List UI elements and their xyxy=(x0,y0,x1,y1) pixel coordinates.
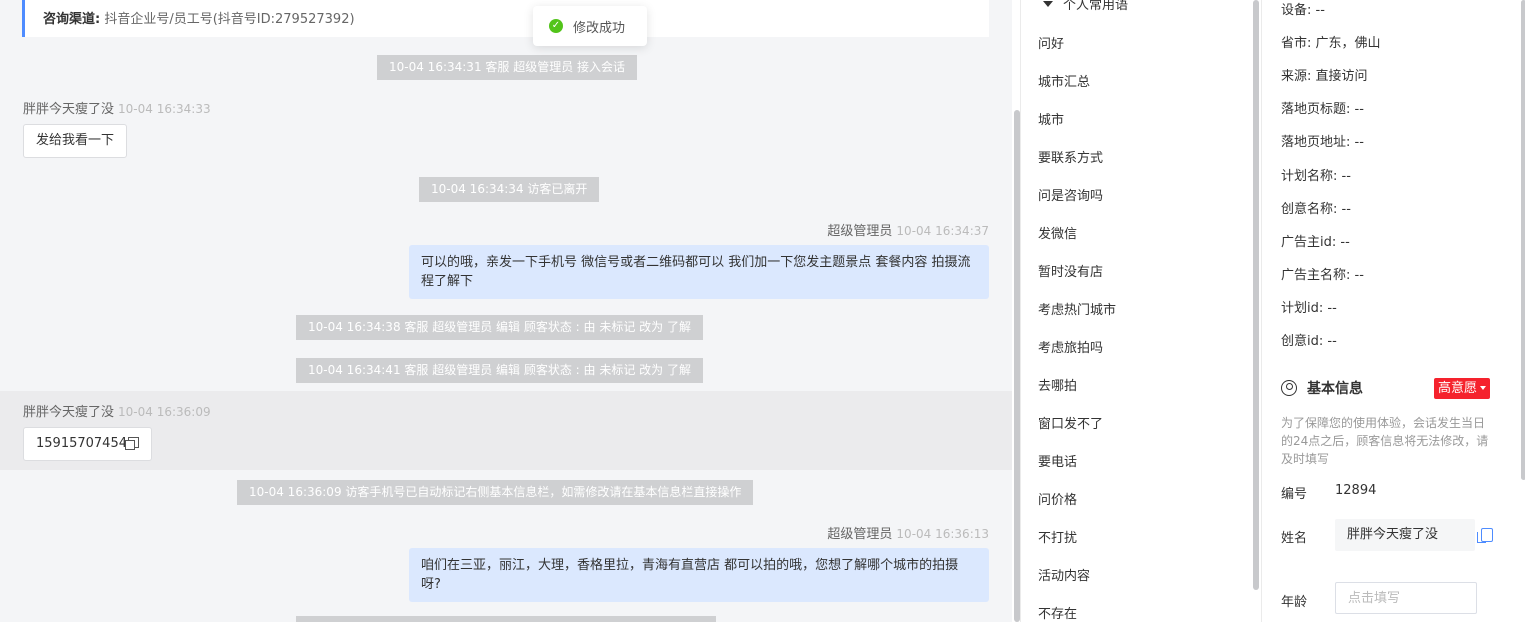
section-title: 基本信息 xyxy=(1307,381,1363,397)
phrase-item[interactable]: 发微信 xyxy=(1038,223,1077,242)
phrase-item[interactable]: 考虑旅拍吗 xyxy=(1038,337,1103,356)
channel-label: 咨询渠道: xyxy=(43,12,101,27)
phrases-panel: 个人常用语 问好城市汇总城市要联系方式问是咨询吗发微信暂时没有店考虑热门城市 考虑… xyxy=(1020,0,1260,622)
copy-icon[interactable] xyxy=(1477,528,1493,543)
phrase-item[interactable]: 窗口发不了 xyxy=(1038,413,1103,432)
sender-name: 超级管理员 xyxy=(827,224,893,239)
system-message: 10-04 16:34:31 客服 超级管理员 接入会话 xyxy=(377,55,638,80)
info-row: 落地页地址: -- xyxy=(1281,135,1364,151)
id-label: 编号 xyxy=(1281,487,1308,502)
message-meta: 超级管理员 10-04 16:34:37 xyxy=(827,220,989,239)
message-time: 10-04 16:36:13 xyxy=(896,527,989,541)
phrase-item[interactable]: 问好 xyxy=(1038,33,1064,52)
check-circle-icon: ✓ xyxy=(549,19,563,33)
phrase-item[interactable]: 问价格 xyxy=(1038,489,1077,508)
caret-down-icon xyxy=(1480,386,1487,390)
copy-icon[interactable] xyxy=(124,437,139,450)
phrase-item[interactable]: 城市汇总 xyxy=(1038,71,1090,90)
message-meta: 超级管理员 10-04 16:36:13 xyxy=(827,523,989,542)
intent-dropdown[interactable]: 高意愿 xyxy=(1434,378,1491,399)
channel-value: 抖音企业号/员工号(抖音号ID:279527392) xyxy=(104,12,355,27)
age-input[interactable] xyxy=(1335,582,1477,614)
phrase-group-header[interactable]: 个人常用语 xyxy=(1043,0,1128,13)
message-meta: 胖胖今天瘦了没 10-04 16:36:09 xyxy=(23,401,211,420)
system-message-partial xyxy=(296,616,716,622)
message-time: 10-04 16:34:33 xyxy=(118,102,211,116)
info-row: 来源: 直接访问 xyxy=(1281,69,1368,85)
channel-bar: 咨询渠道: 抖音企业号/员工号(抖音号ID:279527392) xyxy=(22,0,989,37)
phrase-item[interactable]: 活动内容 xyxy=(1038,565,1090,584)
sender-name: 胖胖今天瘦了没 xyxy=(23,102,115,117)
age-label: 年龄 xyxy=(1281,595,1308,610)
info-row: 计划名称: -- xyxy=(1281,168,1351,184)
caret-down-icon xyxy=(1043,1,1053,7)
phone-number: 15915707454 xyxy=(36,436,127,451)
user-circle-icon xyxy=(1281,380,1297,396)
sender-name: 胖胖今天瘦了没 xyxy=(23,405,115,420)
section-header: 基本信息 xyxy=(1281,378,1363,398)
phrase-item[interactable]: 要电话 xyxy=(1038,451,1077,470)
info-row: 落地页标题: -- xyxy=(1281,102,1364,118)
success-toast: ✓ 修改成功 xyxy=(533,6,647,46)
message-time: 10-04 16:36:09 xyxy=(118,405,211,419)
system-message: 10-04 16:36:09 访客手机号已自动标记右侧基本信息栏，如需修改请在基… xyxy=(237,480,754,505)
info-row: 设备: -- xyxy=(1281,3,1325,18)
info-row: 计划id: -- xyxy=(1281,300,1337,316)
toast-text: 修改成功 xyxy=(573,20,626,36)
name-field[interactable]: 胖胖今天瘦了没 xyxy=(1335,519,1475,551)
info-row: 省市: 广东，佛山 xyxy=(1281,36,1381,52)
phrases-scrollbar[interactable] xyxy=(1253,0,1259,590)
sender-name: 超级管理员 xyxy=(827,527,893,542)
phrase-item[interactable]: 问是咨询吗 xyxy=(1038,185,1103,204)
info-panel: 设备: -- 省市: 广东，佛山 来源: 直接访问 落地页标题: -- 落地页地址: -… xyxy=(1261,0,1525,622)
system-message: 10-04 16:34:38 客服 超级管理员 编辑 顾客状态 : 由 未标记 … xyxy=(296,315,703,340)
info-row: 创意名称: -- xyxy=(1281,201,1351,217)
visitor-message[interactable]: 发给我看一下 xyxy=(23,124,128,158)
phrase-item[interactable]: 不打扰 xyxy=(1038,527,1077,546)
info-row: 广告主id: -- xyxy=(1281,234,1350,250)
phrase-item[interactable]: 暂时没有店 xyxy=(1038,261,1103,280)
agent-message[interactable]: 咱们在三亚，丽江，大理，香格里拉，青海有直营店 都可以拍的哦，您想了解哪个城市的… xyxy=(409,548,989,602)
info-scrollbar[interactable] xyxy=(1521,0,1525,480)
phrase-group-title: 个人常用语 xyxy=(1063,0,1129,13)
agent-message[interactable]: 可以的哦，亲发一下手机号 微信号或者二维码都可以 我们加一下您发主题景点 套餐内… xyxy=(409,245,989,299)
intent-label: 高意愿 xyxy=(1438,381,1478,396)
phrase-item[interactable]: 不存在 xyxy=(1038,603,1077,622)
edit-notice: 为了保障您的使用体验，会话发生当日的24点之后，顾客信息将无法修改，请及时填写 xyxy=(1281,416,1489,466)
id-value: 12894 xyxy=(1335,483,1377,498)
system-message: 10-04 16:34:41 客服 超级管理员 编辑 顾客状态 : 由 未标记 … xyxy=(296,358,703,383)
info-row: 创意id: -- xyxy=(1281,334,1337,349)
phrase-item[interactable]: 去哪拍 xyxy=(1038,375,1077,394)
message-time: 10-04 16:34:37 xyxy=(896,224,989,238)
chat-panel: 咨询渠道: 抖音企业号/员工号(抖音号ID:279527392) 10-04 1… xyxy=(0,0,1012,622)
phrase-item[interactable]: 要联系方式 xyxy=(1038,147,1103,166)
system-message: 10-04 16:34:34 访客已离开 xyxy=(419,177,600,202)
info-row: 广告主名称: -- xyxy=(1281,267,1364,283)
message-meta: 胖胖今天瘦了没 10-04 16:34:33 xyxy=(23,98,211,117)
phrase-item[interactable]: 城市 xyxy=(1038,109,1064,128)
visitor-message[interactable]: 15915707454 xyxy=(23,427,152,461)
name-label: 姓名 xyxy=(1281,531,1308,546)
phrase-item[interactable]: 考虑热门城市 xyxy=(1038,299,1116,318)
